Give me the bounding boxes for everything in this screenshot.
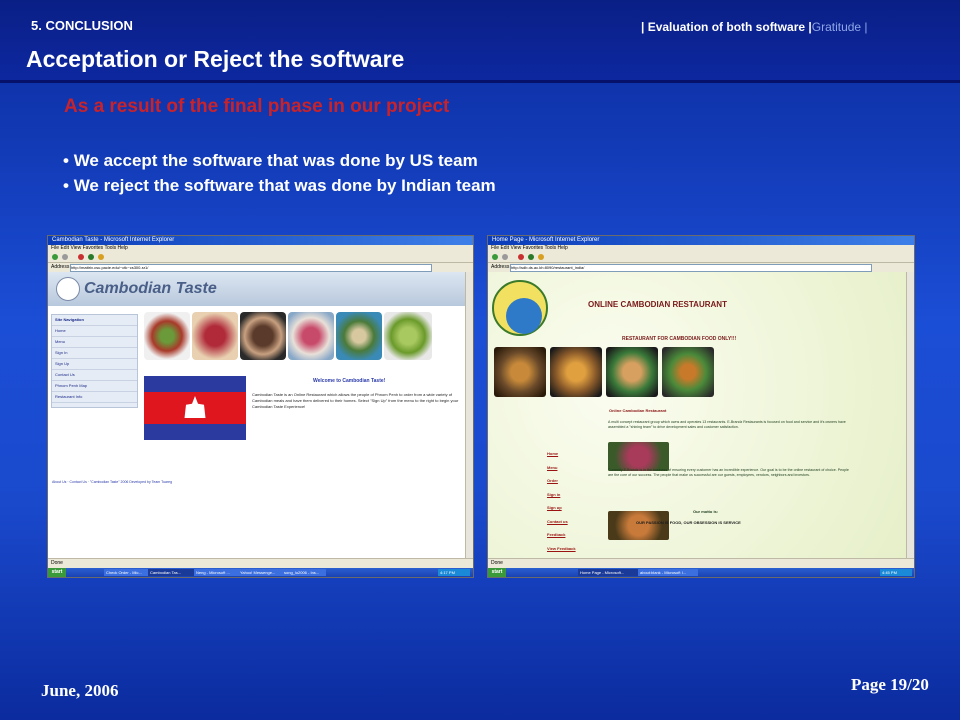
taskbar-item: song_lu2006 - Ins... bbox=[282, 569, 326, 576]
back-icon bbox=[52, 254, 58, 260]
site-title: Cambodian Taste bbox=[84, 280, 217, 297]
link-contact-us: Contact us bbox=[547, 518, 568, 524]
about-text: A multi concept restaurant group which o… bbox=[608, 420, 846, 429]
nav-evaluation-link[interactable]: | Evaluation of both software | bbox=[641, 20, 812, 34]
motto-label: Our motto is: bbox=[693, 509, 719, 514]
food-photo bbox=[494, 347, 546, 397]
link-order: Order bbox=[547, 478, 558, 483]
section-heading: Online Cambodian Restaurant bbox=[609, 408, 667, 413]
site-logo bbox=[56, 277, 80, 301]
nav-sign-in: Sign In bbox=[52, 348, 137, 359]
address-input: http://mattrix.csu.pacie.edu/~ctk~cs300-… bbox=[70, 264, 432, 272]
link-feedback: Feedback bbox=[547, 532, 566, 537]
food-photo bbox=[608, 511, 669, 540]
site-header: Cambodian Taste bbox=[48, 272, 466, 306]
address-label: Address bbox=[491, 264, 510, 270]
stop-icon bbox=[518, 254, 524, 260]
taskbar-item: Home Page - Microsoft... bbox=[578, 569, 638, 576]
home-icon bbox=[538, 254, 544, 260]
page-number: Page 19/20 bbox=[851, 675, 929, 694]
taskbar-item: about:blank - Microsoft I... bbox=[638, 569, 698, 576]
bullet-reject: We reject the software that was done by … bbox=[63, 176, 496, 201]
indian-team-screenshot: Home Page - Microsoft Internet Explorer … bbox=[487, 235, 915, 578]
windows-taskbar: start Check Order - Mic... Cambodian Tas… bbox=[48, 568, 473, 577]
food-photo bbox=[336, 312, 382, 360]
link-menu: Menu bbox=[547, 464, 558, 470]
site-logo bbox=[492, 280, 548, 336]
nav-contact-us: Contact Us bbox=[52, 370, 137, 381]
refresh-icon bbox=[88, 254, 94, 260]
food-photo bbox=[144, 312, 190, 360]
slide-nav: | Evaluation of both software |Gratitude… bbox=[641, 20, 868, 34]
taskbar-item: Neng - Microsoft ... bbox=[194, 569, 238, 576]
taskbar-clock: 4:17 PM bbox=[438, 569, 470, 576]
link-sign-in: Sign in bbox=[547, 491, 561, 497]
link-view-feedback: View Feedback bbox=[547, 545, 576, 551]
browser-scrollbar bbox=[906, 272, 914, 559]
stop-icon bbox=[78, 254, 84, 260]
nav-heading: Site Navigation bbox=[52, 315, 137, 326]
section-label: 5. CONCLUSION bbox=[31, 18, 133, 33]
taskbar-item: Cambodian Tas... bbox=[148, 569, 194, 576]
link-sign-up: Sign up bbox=[547, 505, 562, 510]
nav-home: Home bbox=[52, 326, 137, 337]
forward-icon bbox=[502, 254, 508, 260]
taskbar-item: Check Order - Mic... bbox=[104, 569, 148, 576]
us-team-screenshot: Cambodian Taste - Microsoft Internet Exp… bbox=[47, 235, 474, 578]
address-input: http://sdb.ds.ac.kh:8090/restaurant_indi… bbox=[510, 264, 872, 272]
site-links: Home Menu Order Sign in Sign up Contact … bbox=[547, 447, 581, 569]
motto-text: OUR PASSION IS FOOD, OUR OBSESSION IS SE… bbox=[636, 520, 741, 525]
nav-menu: Menu bbox=[52, 337, 137, 348]
start-button: start bbox=[488, 568, 506, 577]
subtitle: As a result of the final phase in our pr… bbox=[64, 96, 450, 117]
nav-phnom-penh-map: Phnom Penh Map bbox=[52, 381, 137, 392]
browser-toolbar bbox=[488, 252, 914, 263]
start-button: start bbox=[48, 568, 66, 577]
food-photo bbox=[606, 347, 658, 397]
browser-status-bar: Done bbox=[488, 558, 914, 568]
site-footer: About Us · Contact Us · "Cambodian Taste… bbox=[52, 480, 173, 484]
bullet-list: We accept the software that was done by … bbox=[63, 151, 496, 201]
web-page: ONLINE CAMBODIAN RESTAURANT RESTAURANT F… bbox=[488, 272, 914, 564]
food-photo bbox=[192, 312, 238, 360]
food-photo bbox=[240, 312, 286, 360]
food-photo bbox=[608, 442, 669, 471]
site-navigation: Site Navigation Home Menu Sign In Sign U… bbox=[51, 314, 138, 408]
food-photo bbox=[288, 312, 334, 360]
nav-sign-up: Sign Up bbox=[52, 359, 137, 370]
address-label: Address bbox=[51, 264, 70, 270]
welcome-heading: Welcome to Cambodian Taste! bbox=[313, 378, 386, 384]
welcome-text: Cambodian Taste is an Online Restaurant … bbox=[252, 392, 459, 409]
food-photo bbox=[384, 312, 432, 360]
refresh-icon bbox=[528, 254, 534, 260]
taskbar-item: Yahoo! Messenge... bbox=[238, 569, 282, 576]
bullet-accept: We accept the software that was done by … bbox=[63, 151, 496, 176]
browser-title-bar: Cambodian Taste - Microsoft Internet Exp… bbox=[48, 236, 473, 245]
taskbar-clock: 4:45 PM bbox=[880, 569, 912, 576]
browser-toolbar bbox=[48, 252, 473, 263]
browser-menu-bar: File Edit View Favorites Tools Help bbox=[48, 245, 473, 252]
home-icon bbox=[98, 254, 104, 260]
nav-restaurant-info: Restaurant Info bbox=[52, 392, 137, 403]
browser-status-bar: Done bbox=[48, 558, 473, 568]
browser-title-bar: Home Page - Microsoft Internet Explorer bbox=[488, 236, 914, 245]
browser-menu-bar: File Edit View Favorites Tools Help bbox=[488, 245, 914, 252]
food-photo bbox=[550, 347, 602, 397]
header-divider bbox=[0, 80, 960, 83]
page-title: Acceptation or Reject the software bbox=[26, 46, 405, 72]
browser-scrollbar bbox=[465, 272, 473, 559]
footer-date: June, 2006 bbox=[41, 681, 119, 700]
site-subtitle: RESTAURANT FOR CAMBODIAN FOOD ONLY!!! bbox=[622, 336, 737, 342]
business-text: Currently E-Brandz is in the business of… bbox=[608, 468, 849, 477]
back-icon bbox=[492, 254, 498, 260]
nav-gratitude-link[interactable]: Gratitude | bbox=[812, 20, 868, 34]
link-home: Home bbox=[547, 451, 559, 456]
web-page: Cambodian Taste Site Navigation Home Men… bbox=[48, 272, 473, 559]
forward-icon bbox=[62, 254, 68, 260]
site-title: ONLINE CAMBODIAN RESTAURANT bbox=[588, 300, 727, 309]
cambodia-flag bbox=[144, 376, 246, 440]
windows-taskbar: start Home Page - Microsoft... about:bla… bbox=[488, 568, 914, 577]
food-photo bbox=[662, 347, 714, 397]
